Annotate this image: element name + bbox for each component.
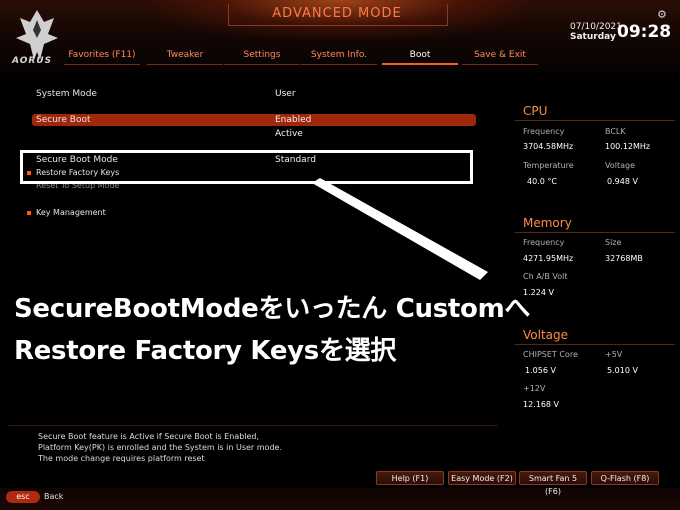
voltage-title: Voltage <box>523 328 569 342</box>
p5v-value: 5.010 V <box>607 366 638 375</box>
overlay-line-2: Restore Factory Keysを選択 <box>14 336 397 366</box>
cpu-temperature-label: Temperature <box>523 161 574 170</box>
memory-frequency-label: Frequency <box>523 238 565 247</box>
memory-chab-value: 1.224 V <box>523 288 554 297</box>
chipset-core-label: CHIPSET Core <box>523 350 578 359</box>
cpu-voltage-value: 0.948 V <box>607 177 638 186</box>
help-text: Secure Boot feature is Active if Secure … <box>38 431 282 464</box>
cpu-divider <box>515 120 675 121</box>
memory-size-label: Size <box>605 238 622 247</box>
help-line-1: Secure Boot feature is Active if Secure … <box>38 432 260 441</box>
cpu-title: CPU <box>523 104 548 118</box>
help-divider <box>8 425 498 426</box>
esc-button[interactable]: esc <box>6 491 40 503</box>
qflash-button[interactable]: Q-Flash (F8) <box>591 471 659 485</box>
cpu-temperature-value: 40.0 °C <box>527 177 557 186</box>
bottom-bar <box>0 488 680 510</box>
back-label[interactable]: Back <box>44 492 63 501</box>
smart-fan-button[interactable]: Smart Fan 5 (F6) <box>519 471 587 496</box>
overlay-line-1: SecureBootModeをいったん Customへ <box>14 294 531 324</box>
memory-chab-label: Ch A/B Volt <box>523 272 568 281</box>
chipset-core-value: 1.056 V <box>525 366 556 375</box>
hardware-monitor-panel: CPU Frequency BCLK 3704.58MHz 100.12MHz … <box>515 92 680 422</box>
memory-size-value: 32768MB <box>605 254 643 263</box>
cpu-bclk-value: 100.12MHz <box>605 142 651 151</box>
memory-frequency-value: 4271.95MHz <box>523 254 574 263</box>
voltage-divider <box>515 344 675 345</box>
help-button[interactable]: Help (F1) <box>376 471 444 485</box>
memory-divider <box>515 232 675 233</box>
memory-title: Memory <box>523 216 572 230</box>
cpu-bclk-label: BCLK <box>605 127 626 136</box>
cpu-frequency-label: Frequency <box>523 127 565 136</box>
p5v-label: +5V <box>605 350 623 359</box>
easy-mode-button[interactable]: Easy Mode (F2) <box>448 471 516 485</box>
p12v-label: +12V <box>523 384 546 393</box>
p12v-value: 12.168 V <box>523 400 560 409</box>
cpu-voltage-label: Voltage <box>605 161 636 170</box>
help-line-2: Platform Key(PK) is enrolled and the Sys… <box>38 443 282 452</box>
help-line-3: The mode change requires platform reset <box>38 454 205 463</box>
cpu-frequency-value: 3704.58MHz <box>523 142 574 151</box>
